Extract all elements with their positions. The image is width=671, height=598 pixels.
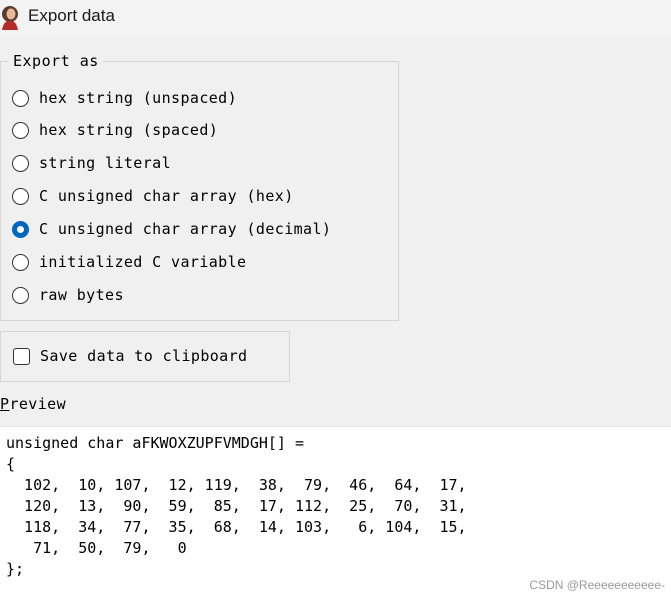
export-option-radio[interactable]: C unsigned char array (decimal) xyxy=(12,217,331,241)
watermark: CSDN @Reeeeeeeeeee- xyxy=(529,578,665,592)
radio-button[interactable] xyxy=(12,220,29,238)
checkbox-box[interactable] xyxy=(13,347,30,365)
clipboard-group: Save data to clipboard xyxy=(0,331,290,382)
export-option-radio[interactable]: initialized C variable xyxy=(12,250,246,274)
export-option-radio[interactable]: hex string (unspaced) xyxy=(12,86,237,110)
radio-label: initialized C variable xyxy=(39,253,247,271)
radio-button[interactable] xyxy=(12,253,29,271)
preview-textbox[interactable]: unsigned char aFKWOXZUPFVMDGH[] = { 102,… xyxy=(0,426,671,598)
radio-label: C unsigned char array (decimal) xyxy=(39,220,332,238)
preview-label-rest: review xyxy=(9,395,67,413)
app-icon xyxy=(2,6,18,30)
export-as-legend: Export as xyxy=(13,52,99,70)
radio-button[interactable] xyxy=(12,154,29,172)
radio-button[interactable] xyxy=(12,89,29,107)
radio-label: C unsigned char array (hex) xyxy=(39,187,294,205)
preview-content: unsigned char aFKWOXZUPFVMDGH[] = { 102,… xyxy=(6,434,467,578)
radio-label: hex string (unspaced) xyxy=(39,89,238,107)
radio-label: hex string (spaced) xyxy=(39,121,219,139)
checkbox-label: Save data to clipboard xyxy=(40,347,248,365)
title-bar: Export data xyxy=(0,0,671,36)
export-option-radio[interactable]: hex string (spaced) xyxy=(12,118,218,142)
save-to-clipboard-checkbox[interactable]: Save data to clipboard xyxy=(13,347,247,365)
preview-label: Preview xyxy=(0,395,66,413)
window-title: Export data xyxy=(28,6,115,25)
radio-label: string literal xyxy=(39,154,172,172)
radio-label: raw bytes xyxy=(39,286,124,304)
radio-button[interactable] xyxy=(12,121,29,139)
export-option-radio[interactable]: C unsigned char array (hex) xyxy=(12,184,294,208)
export-option-radio[interactable]: string literal xyxy=(12,151,171,175)
radio-button[interactable] xyxy=(12,187,29,205)
export-option-radio[interactable]: raw bytes xyxy=(12,283,124,307)
radio-button[interactable] xyxy=(12,286,29,304)
